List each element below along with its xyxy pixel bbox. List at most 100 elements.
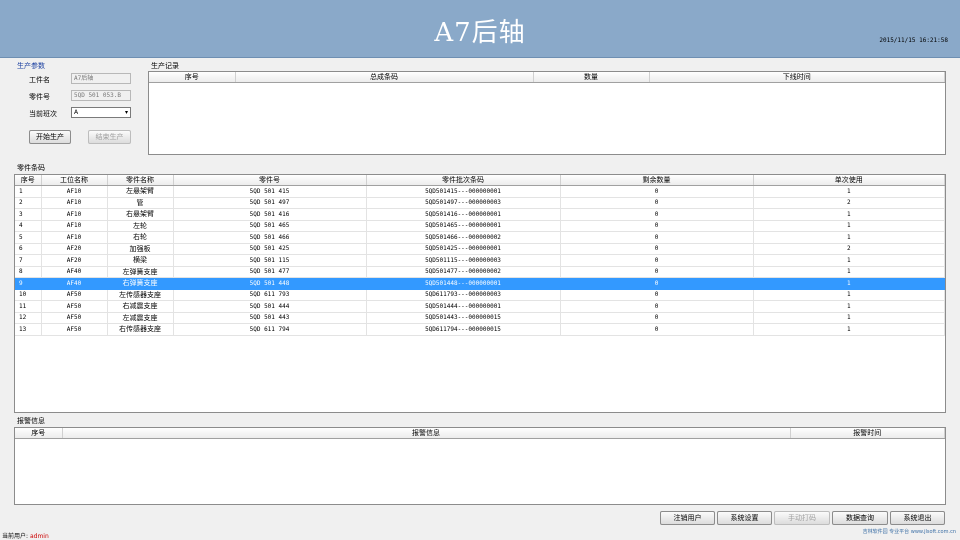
table-cell: 右悬架臂 (107, 208, 174, 221)
table-row[interactable]: 6 AF20 加强板 5QD 501 425 5QD501425---000000001… (15, 243, 945, 255)
table-cell: 2 (753, 243, 945, 255)
production-record-column-header[interactable]: 下线时间 (649, 72, 945, 83)
table-cell: 9 (15, 277, 42, 290)
alarm-info-column-header[interactable]: 报警信息 (62, 428, 791, 439)
table-cell: 0 (560, 185, 754, 198)
table-cell: 1 (753, 312, 945, 324)
current-user-status: 当前用户: admin (2, 531, 49, 540)
table-row[interactable]: 4 AF10 左轮 5QD 501 465 5QD501465---000000001 0… (15, 220, 945, 232)
production-record-label: 生产记录 (151, 62, 179, 70)
production-record-header: 序号 总成条码 数量 下线时间 (149, 72, 945, 83)
table-cell: 1 (753, 277, 945, 290)
table-cell: 5QD 501 448 (173, 277, 367, 290)
shift-select[interactable]: A ▾ (71, 107, 131, 118)
parts-barcode-table[interactable]: 序号 工位名称 零件名称 零件号 零件批次条码 剩余数量 单次使用 1 AF10 左悬架臂 5QD… (14, 174, 946, 413)
chevron-down-icon[interactable]: ▾ (125, 108, 128, 117)
table-cell: 右减震支座 (107, 300, 174, 313)
part-no-field[interactable]: 5QD 501 053.B (71, 90, 131, 101)
production-record-column-header[interactable]: 总成条码 (235, 72, 534, 83)
table-cell: 0 (560, 300, 754, 313)
table-cell: 左传感器支座 (107, 289, 174, 301)
table-cell: 5QD 501 115 (173, 254, 367, 267)
parts-barcode-body[interactable]: 1 AF10 左悬架臂 5QD 501 415 5QD501415---00000000… (15, 185, 945, 336)
table-cell: 1 (753, 266, 945, 278)
table-row[interactable]: 8 AF40 左弹簧支座 5QD 501 477 5QD501477---0000000… (15, 266, 945, 278)
system-exit-button[interactable]: 系统退出 (890, 511, 945, 525)
table-cell: 5QD501115---000000003 (366, 254, 561, 267)
production-record-table[interactable]: 序号 总成条码 数量 下线时间 (148, 71, 946, 155)
alarm-info-column-header[interactable]: 报警时间 (790, 428, 945, 439)
table-cell: 管 (107, 197, 174, 209)
parts-barcode-column-header[interactable]: 工位名称 (41, 175, 108, 186)
production-record-column-header[interactable]: 数量 (533, 72, 650, 83)
datetime-display: 2015/11/15 16:21:58 (879, 37, 948, 44)
table-cell: 横梁 (107, 254, 174, 267)
table-cell: 8 (15, 266, 42, 278)
table-cell: 右弹簧支座 (107, 277, 174, 290)
end-production-button[interactable]: 结束生产 (88, 130, 131, 144)
table-row[interactable]: 10 AF50 左传感器支座 5QD 611 793 5QD611793---00000… (15, 289, 945, 301)
table-cell: 5QD611793---000000003 (366, 289, 561, 301)
table-cell: 2 (15, 197, 42, 209)
table-cell: 1 (753, 231, 945, 244)
start-production-button[interactable]: 开始生产 (29, 130, 71, 144)
table-cell: 右传感器支座 (107, 323, 174, 336)
table-cell: 11 (15, 300, 42, 313)
table-row[interactable]: 2 AF10 管 5QD 501 497 5QD501497---000000003 0 2 (15, 197, 945, 209)
logout-button[interactable]: 注销用户 (660, 511, 715, 525)
alarm-info-table[interactable]: 序号 报警信息 报警时间 (14, 427, 946, 505)
table-row[interactable]: 5 AF10 右轮 5QD 501 466 5QD501466---000000002 0… (15, 231, 945, 244)
table-cell: 左弹簧支座 (107, 266, 174, 278)
production-record-column-header[interactable]: 序号 (149, 72, 236, 83)
table-cell: 0 (560, 289, 754, 301)
table-cell: 5QD 611 794 (173, 323, 367, 336)
table-cell: 5QD 501 497 (173, 197, 367, 209)
table-cell: 3 (15, 208, 42, 221)
table-cell: 5QD 501 444 (173, 300, 367, 313)
table-cell: 0 (560, 323, 754, 336)
table-row[interactable]: 7 AF20 横梁 5QD 501 115 5QD501115---000000003 0… (15, 254, 945, 267)
parts-barcode-column-header[interactable]: 剩余数量 (560, 175, 754, 186)
data-query-button[interactable]: 数据查询 (832, 511, 888, 525)
alarm-info-column-header[interactable]: 序号 (15, 428, 63, 439)
table-cell: 5QD501466---000000002 (366, 231, 561, 244)
table-cell: 12 (15, 312, 42, 324)
table-cell: 0 (560, 266, 754, 278)
parts-barcode-column-header[interactable]: 单次使用 (753, 175, 945, 186)
table-cell: 5QD501448---000000001 (366, 277, 561, 290)
table-cell: AF50 (41, 289, 108, 301)
parts-barcode-column-header[interactable]: 零件名称 (107, 175, 174, 186)
table-cell: AF40 (41, 277, 108, 290)
page-title: A7后轴 (434, 18, 526, 48)
system-settings-button[interactable]: 系统设置 (717, 511, 772, 525)
table-cell: 5QD501477---000000002 (366, 266, 561, 278)
table-cell: 5QD 501 443 (173, 312, 367, 324)
parts-barcode-column-header[interactable]: 零件批次条码 (366, 175, 561, 186)
table-cell: 左悬架臂 (107, 185, 174, 198)
table-cell: 5QD501443---000000015 (366, 312, 561, 324)
workpiece-field[interactable]: A7后轴 (71, 73, 131, 84)
manual-print-button[interactable]: 手动打码 (774, 511, 830, 525)
table-cell: 13 (15, 323, 42, 336)
table-cell: 5QD 611 793 (173, 289, 367, 301)
table-cell: AF50 (41, 312, 108, 324)
parts-barcode-column-header[interactable]: 零件号 (173, 175, 367, 186)
table-cell: AF40 (41, 266, 108, 278)
table-cell: AF10 (41, 220, 108, 232)
table-cell: 1 (753, 220, 945, 232)
table-row[interactable]: 9 AF40 右弹簧支座 5QD 501 448 5QD501448---0000000… (15, 277, 945, 290)
table-cell: 0 (560, 208, 754, 221)
alarm-info-header: 序号 报警信息 报警时间 (15, 428, 945, 439)
table-cell: 5QD611794---000000015 (366, 323, 561, 336)
table-row[interactable]: 13 AF50 右传感器支座 5QD 611 794 5QD611794---00000… (15, 323, 945, 336)
table-row[interactable]: 12 AF50 左减震支座 5QD 501 443 5QD501443---000000… (15, 312, 945, 324)
parts-barcode-column-header[interactable]: 序号 (15, 175, 42, 186)
table-cell: 0 (560, 220, 754, 232)
table-cell: 左减震支座 (107, 312, 174, 324)
table-row[interactable]: 3 AF10 右悬架臂 5QD 501 416 5QD501416---00000000… (15, 208, 945, 221)
table-row[interactable]: 1 AF10 左悬架臂 5QD 501 415 5QD501415---00000000… (15, 185, 945, 198)
table-cell: 0 (560, 231, 754, 244)
table-row[interactable]: 11 AF50 右减震支座 5QD 501 444 5QD501444---000000… (15, 300, 945, 313)
table-cell: AF50 (41, 323, 108, 336)
table-cell: 加强板 (107, 243, 174, 255)
